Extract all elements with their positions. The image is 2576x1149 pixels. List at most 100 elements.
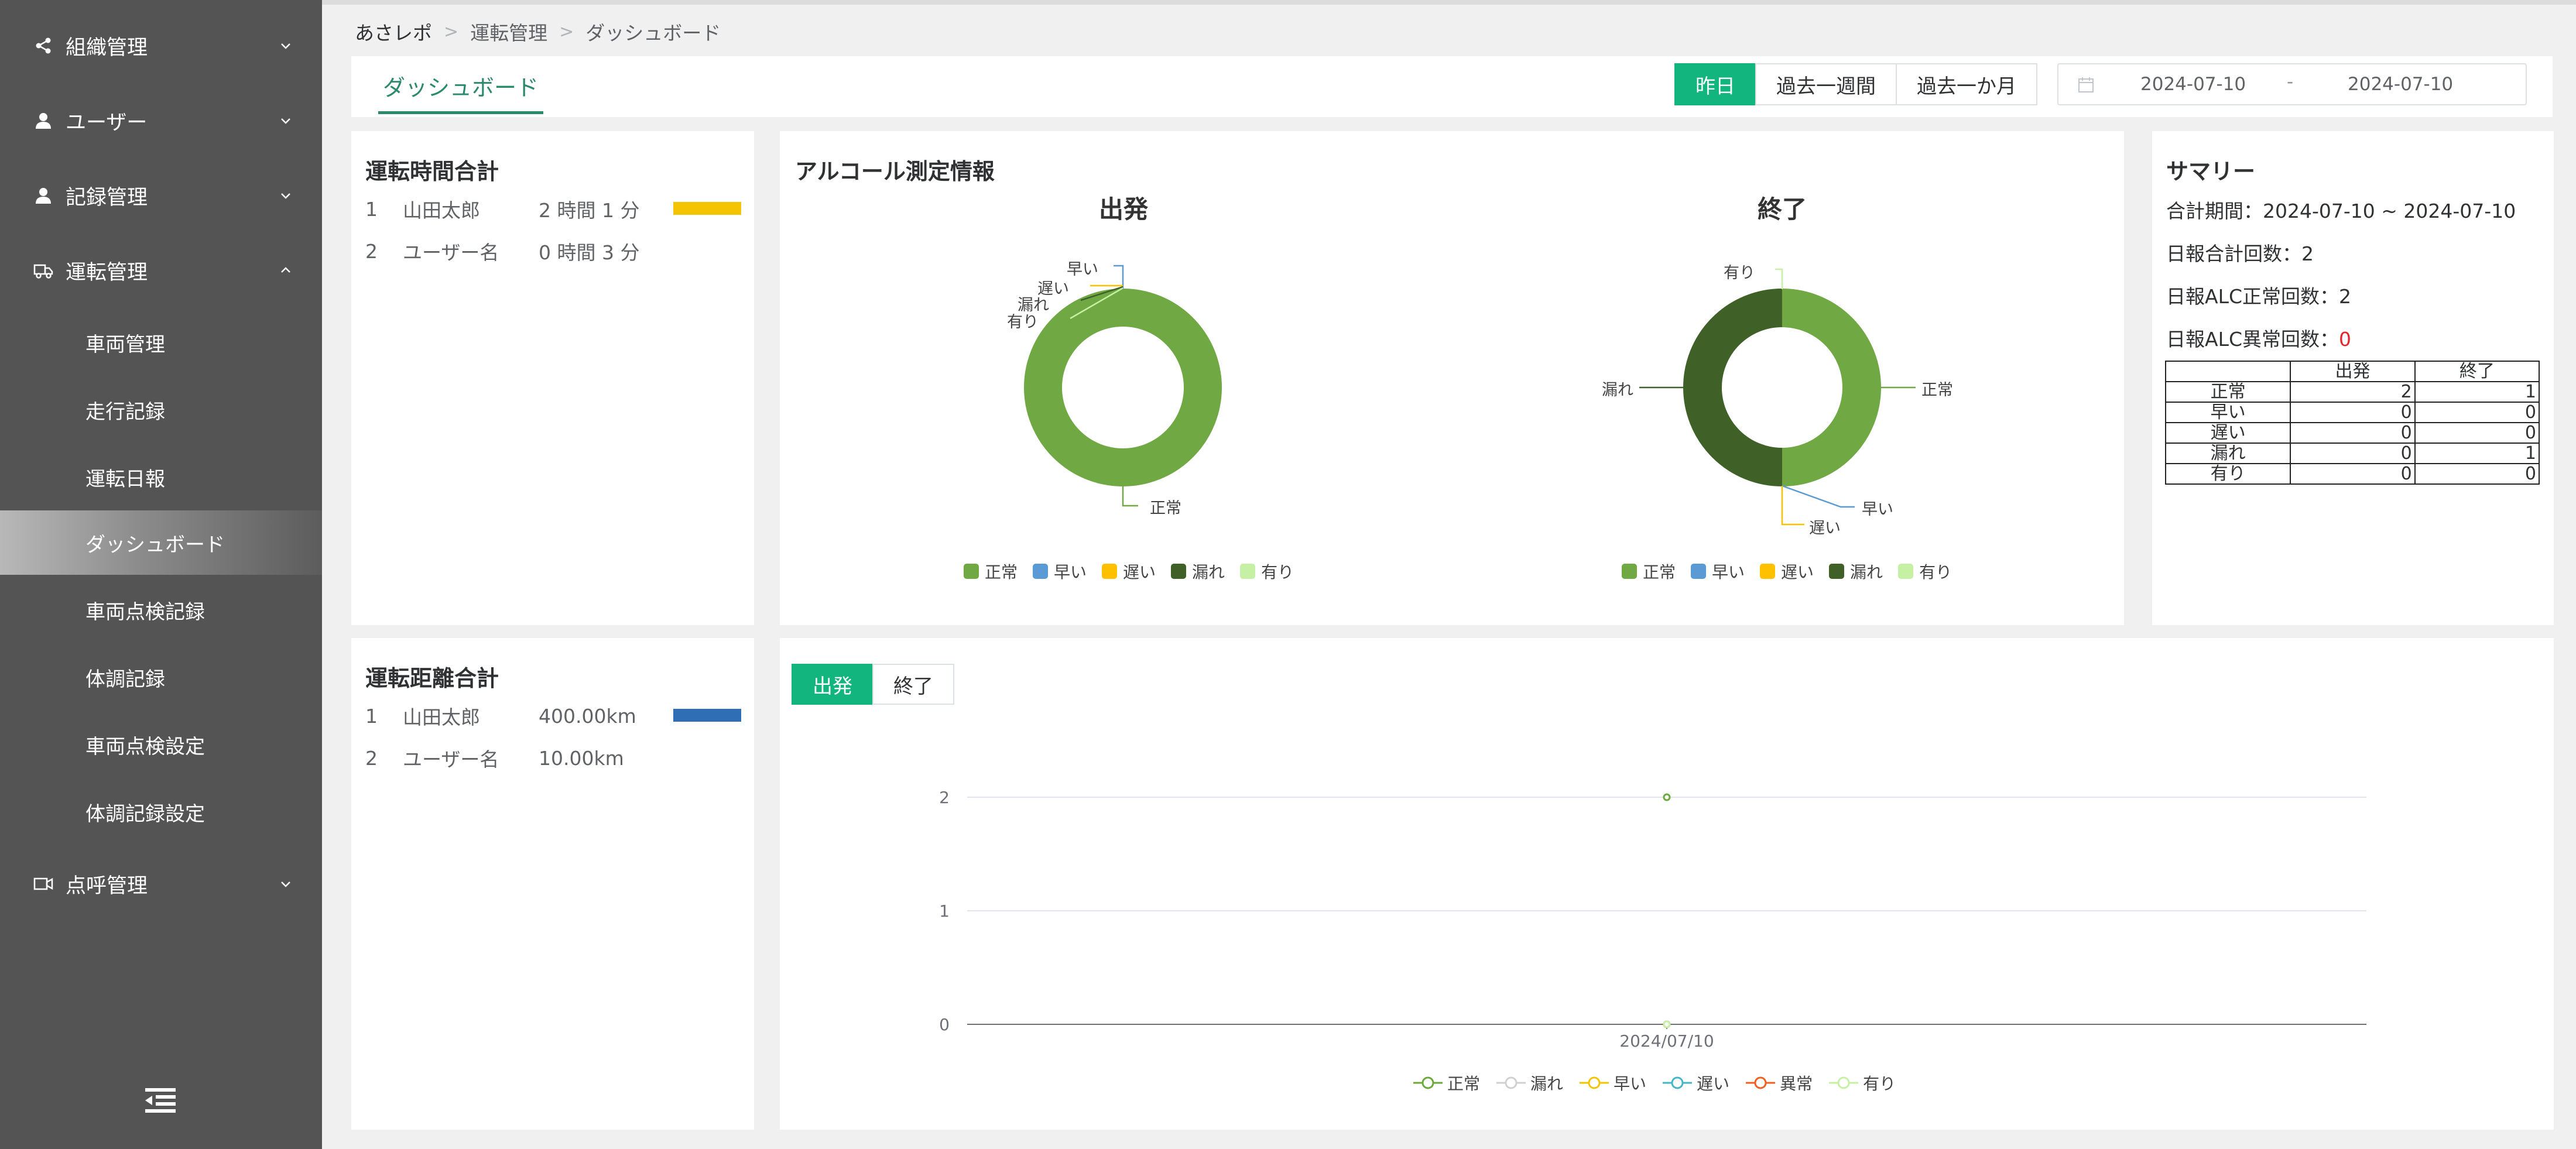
legend-swatch bbox=[1760, 564, 1776, 579]
trend-line-chart: 0 1 2 2024/07/10 bbox=[939, 788, 2366, 1051]
legend-line-marker bbox=[1413, 1076, 1443, 1089]
user-icon bbox=[33, 110, 54, 131]
chevron-down-icon bbox=[281, 882, 290, 887]
chevron-down-icon bbox=[281, 43, 290, 49]
sidebar-group-driving[interactable]: 運転管理 bbox=[0, 241, 322, 300]
date-range-picker[interactable]: 2024-07-10 - 2024-07-10 bbox=[2057, 63, 2527, 105]
range-yesterday-button[interactable]: 昨日 bbox=[1674, 63, 1756, 105]
sidebar-item-dashboard[interactable]: ダッシュボード bbox=[0, 510, 322, 575]
sidebar-group-label: 組織管理 bbox=[66, 36, 148, 60]
data-point bbox=[1663, 793, 1671, 801]
driving-distance-title: 運転距離合計 bbox=[365, 666, 499, 691]
sidebar-item-trip-records[interactable]: 走行記録 bbox=[0, 378, 322, 442]
legend-swatch bbox=[1622, 564, 1637, 579]
table-cell: 正常 bbox=[2164, 381, 2291, 403]
table-header-cell: 終了 bbox=[2414, 361, 2540, 382]
breadcrumb-item-home[interactable]: あさレポ bbox=[355, 18, 432, 46]
tab-active-indicator bbox=[378, 111, 543, 114]
legend-item[interactable]: 早い bbox=[1033, 560, 1087, 583]
range-past-month-button[interactable]: 過去一か月 bbox=[1896, 63, 2037, 105]
trend-legend: 正常 漏れ 早い 遅い 異常 有り bbox=[1412, 1071, 1911, 1095]
legend-label: 有り bbox=[1919, 563, 1952, 582]
legend-item[interactable]: 遅い bbox=[1102, 560, 1156, 583]
legend-item[interactable]: 遅い bbox=[1662, 1071, 1729, 1095]
tab-dashboard[interactable]: ダッシュボード bbox=[378, 56, 543, 115]
table-header-cell bbox=[2164, 361, 2291, 382]
end-label-fast: 早い bbox=[1862, 500, 1893, 519]
driving-time-title: 運転時間合計 bbox=[365, 159, 499, 184]
table-row: 正常 2 1 bbox=[2164, 381, 2540, 403]
legend-item[interactable]: 遅い bbox=[1760, 560, 1814, 583]
summary-report-count-value: 2 bbox=[2301, 242, 2314, 265]
chevron-right-icon: > bbox=[559, 21, 574, 42]
sidebar-item-health-records[interactable]: 体調記録 bbox=[0, 645, 322, 709]
sidebar-item-vehicle-inspection-records[interactable]: 車両点検記録 bbox=[0, 578, 322, 642]
sidebar-item-label: 走行記録 bbox=[85, 400, 165, 424]
date-end-input[interactable]: 2024-07-10 bbox=[2348, 74, 2453, 95]
legend-label: 有り bbox=[1261, 563, 1294, 582]
summary-table: 出発 終了 正常 2 1 早い 0 0 遅い 0 0 漏れ 0 1 有り 0 0 bbox=[2164, 361, 2540, 485]
sidebar-group-records[interactable]: 記録管理 bbox=[0, 166, 322, 225]
legend-item[interactable]: 正常 bbox=[1412, 1071, 1480, 1095]
summary-period: 合計期間：2024-07-10 ~ 2024-07-10 bbox=[2166, 195, 2516, 224]
table-cell: 遅い bbox=[2164, 422, 2291, 444]
legend-item[interactable]: 有り bbox=[1240, 560, 1294, 583]
table-cell: 早い bbox=[2164, 402, 2291, 423]
donut-slice-normal bbox=[1782, 289, 1881, 486]
start-donut-legend: 正常 早い 遅い 漏れ 有り bbox=[964, 560, 1309, 583]
list-item: 2 ユーザー名 10.00km bbox=[365, 743, 740, 773]
breadcrumb-item-driving[interactable]: 運転管理 bbox=[470, 18, 547, 46]
legend-item[interactable]: 漏れ bbox=[1495, 1071, 1563, 1095]
driving-distance-value: 10.00km bbox=[539, 746, 624, 770]
end-label-normal: 正常 bbox=[1921, 381, 1953, 399]
legend-label: 漏れ bbox=[1192, 563, 1225, 582]
rank-number: 2 bbox=[365, 239, 378, 263]
share-icon bbox=[33, 35, 54, 56]
legend-item[interactable]: 有り bbox=[1898, 560, 1952, 583]
legend-label: 正常 bbox=[1447, 1074, 1481, 1093]
breadcrumb-item-current: ダッシュボード bbox=[585, 22, 721, 44]
sidebar-item-health-record-settings[interactable]: 体調記録設定 bbox=[0, 780, 322, 844]
legend-swatch bbox=[1829, 564, 1845, 579]
driving-time-bar bbox=[673, 202, 741, 215]
driving-time-value: 0 時間 3 分 bbox=[539, 241, 640, 264]
rank-number: 2 bbox=[365, 746, 378, 770]
video-icon bbox=[33, 873, 54, 894]
legend-line-marker bbox=[1746, 1076, 1776, 1089]
legend-item[interactable]: 早い bbox=[1578, 1071, 1646, 1095]
legend-line-marker bbox=[1663, 1076, 1693, 1089]
sidebar-group-users[interactable]: ユーザー bbox=[0, 91, 322, 150]
legend-item[interactable]: 早い bbox=[1691, 560, 1745, 583]
legend-line-marker bbox=[1829, 1076, 1859, 1089]
table-cell: 漏れ bbox=[2164, 443, 2291, 464]
legend-item[interactable]: 漏れ bbox=[1171, 560, 1225, 583]
driving-distance-bar bbox=[673, 709, 741, 722]
legend-item[interactable]: 有り bbox=[1828, 1071, 1896, 1095]
legend-item[interactable]: 異常 bbox=[1745, 1071, 1813, 1095]
legend-item[interactable]: 正常 bbox=[964, 560, 1018, 583]
table-row: 早い 0 0 bbox=[2164, 402, 2540, 423]
legend-item[interactable]: 漏れ bbox=[1829, 560, 1883, 583]
sidebar-item-vehicle-inspection-settings[interactable]: 車両点検設定 bbox=[0, 712, 322, 777]
sidebar-group-organization[interactable]: 組織管理 bbox=[0, 16, 322, 75]
table-cell: 2 bbox=[2290, 381, 2416, 403]
window-top-strip bbox=[0, 0, 2576, 5]
legend-item[interactable]: 正常 bbox=[1622, 560, 1676, 583]
sidebar-group-label: ユーザー bbox=[66, 111, 148, 135]
date-start-input[interactable]: 2024-07-10 bbox=[2140, 74, 2246, 95]
legend-label: 早い bbox=[1054, 563, 1087, 582]
sidebar-item-label: 体調記録設定 bbox=[85, 802, 205, 826]
donut-inner-edge bbox=[1062, 327, 1184, 448]
sidebar: 組織管理 ユーザー 記録管理 運転管理 車両管理 走行記録 運転日報 ダッシュボ… bbox=[0, 0, 322, 1149]
start-label-present: 有り bbox=[1007, 313, 1039, 331]
sidebar-item-daily-report[interactable]: 運転日報 bbox=[0, 445, 322, 509]
menu-collapse-icon[interactable] bbox=[144, 1086, 177, 1116]
legend-swatch bbox=[1102, 564, 1118, 579]
sidebar-group-roll-call[interactable]: 点呼管理 bbox=[0, 855, 322, 913]
sidebar-item-vehicles[interactable]: 車両管理 bbox=[0, 310, 322, 375]
start-label-fast: 早い bbox=[1067, 260, 1098, 279]
table-cell: 1 bbox=[2414, 443, 2540, 464]
table-cell: 0 bbox=[2414, 422, 2540, 444]
legend-label: 早い bbox=[1614, 1074, 1647, 1093]
range-past-week-button[interactable]: 過去一週間 bbox=[1755, 63, 1897, 105]
